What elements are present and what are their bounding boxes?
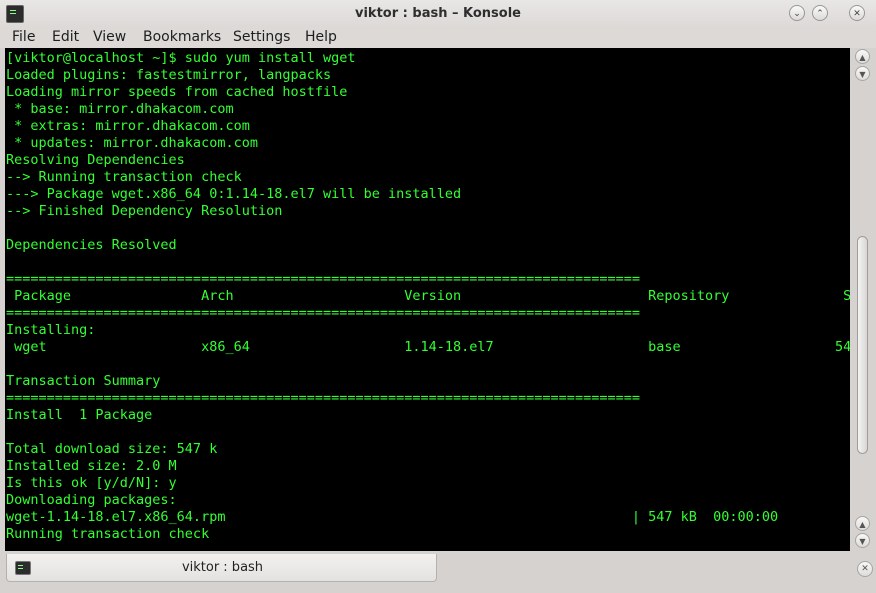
terminal-line: ---> Package wget.x86_64 0:1.14-18.el7 w… xyxy=(6,186,462,202)
terminal-line: * base: mirror.dhakacom.com xyxy=(6,101,234,117)
terminal-line: ========================================… xyxy=(6,271,640,287)
terminal-line: Transaction Summary xyxy=(6,373,161,389)
close-icon: ✕ xyxy=(853,9,861,19)
tab-bash[interactable]: viktor : bash xyxy=(6,554,437,582)
terminal-line: Running transaction check xyxy=(6,526,210,542)
menu-bar: File Edit View Bookmarks Settings Help xyxy=(0,27,876,48)
chevron-up-icon: ⌃ xyxy=(816,9,824,19)
chevron-up-icon: ▲ xyxy=(859,520,866,529)
scroll-up-button[interactable]: ▲ xyxy=(855,49,870,64)
terminal-line: Downloading packages: xyxy=(6,492,177,508)
terminal-line: wget x86_64 1.14-18.el7 base 547 k xyxy=(6,339,850,355)
terminal-line: Is this ok [y/d/N]: y xyxy=(6,475,177,491)
terminal-line: Total download size: 547 k xyxy=(6,441,218,457)
terminal-line: Installing: xyxy=(6,322,96,338)
close-button[interactable]: ✕ xyxy=(849,5,865,21)
scroll-down-button[interactable]: ▼ xyxy=(855,533,870,548)
chevron-down-icon: ⌄ xyxy=(793,9,801,19)
terminal-line: ========================================… xyxy=(6,390,640,406)
terminal-line: wget-1.14-18.el7.x86_64.rpm | 547 kB 00:… xyxy=(6,509,779,525)
terminal-line: * extras: mirror.dhakacom.com xyxy=(6,118,250,134)
terminal-line: * updates: mirror.dhakacom.com xyxy=(6,135,258,151)
terminal-line: Package Arch Version Repository Size xyxy=(6,288,850,304)
terminal-output[interactable]: [viktor@localhost ~]$ sudo yum install w… xyxy=(5,48,850,551)
terminal-line: ========================================… xyxy=(6,305,640,321)
minimize-button[interactable]: ⌄ xyxy=(789,5,805,21)
chevron-down-icon: ▼ xyxy=(859,70,866,79)
terminal-line: Loaded plugins: fastestmirror, langpacks xyxy=(6,67,332,83)
vertical-scrollbar[interactable]: ▲ ▼ ▲ ▼ xyxy=(853,48,872,551)
menu-bookmarks[interactable]: Bookmarks xyxy=(143,29,221,45)
scroll-down-button[interactable]: ▼ xyxy=(855,66,870,81)
title-bar[interactable]: viktor : bash – Konsole ⌄ ⌃ ✕ xyxy=(0,0,876,27)
menu-settings[interactable]: Settings xyxy=(233,29,290,45)
scroll-up-button[interactable]: ▲ xyxy=(855,516,870,531)
menu-view[interactable]: View xyxy=(93,29,126,45)
tab-label: viktor : bash xyxy=(181,560,264,575)
terminal-line: Install 1 Package xyxy=(6,407,153,423)
terminal-line: [viktor@localhost ~]$ sudo yum install w… xyxy=(6,50,356,66)
terminal-line: Loading mirror speeds from cached hostfi… xyxy=(6,84,348,100)
terminal-line: --> Running transaction check xyxy=(6,169,242,185)
close-icon: ✕ xyxy=(861,564,869,574)
terminal-line: --> Finished Dependency Resolution xyxy=(6,203,283,219)
scrollbar-handle[interactable] xyxy=(857,236,868,454)
menu-file[interactable]: File xyxy=(12,29,35,45)
chevron-down-icon: ▼ xyxy=(859,537,866,546)
terminal-line: Dependencies Resolved xyxy=(6,237,177,253)
chevron-up-icon: ▲ xyxy=(859,53,866,62)
window-title: viktor : bash – Konsole xyxy=(355,6,521,21)
menu-help[interactable]: Help xyxy=(305,29,337,45)
terminal-line: Installed size: 2.0 M xyxy=(6,458,177,474)
tab-bar: viktor : bash xyxy=(0,551,876,593)
menu-edit[interactable]: Edit xyxy=(52,29,79,45)
maximize-button[interactable]: ⌃ xyxy=(812,5,828,21)
close-tab-button[interactable]: ✕ xyxy=(857,561,873,577)
terminal-line: Resolving Dependencies xyxy=(6,152,185,168)
